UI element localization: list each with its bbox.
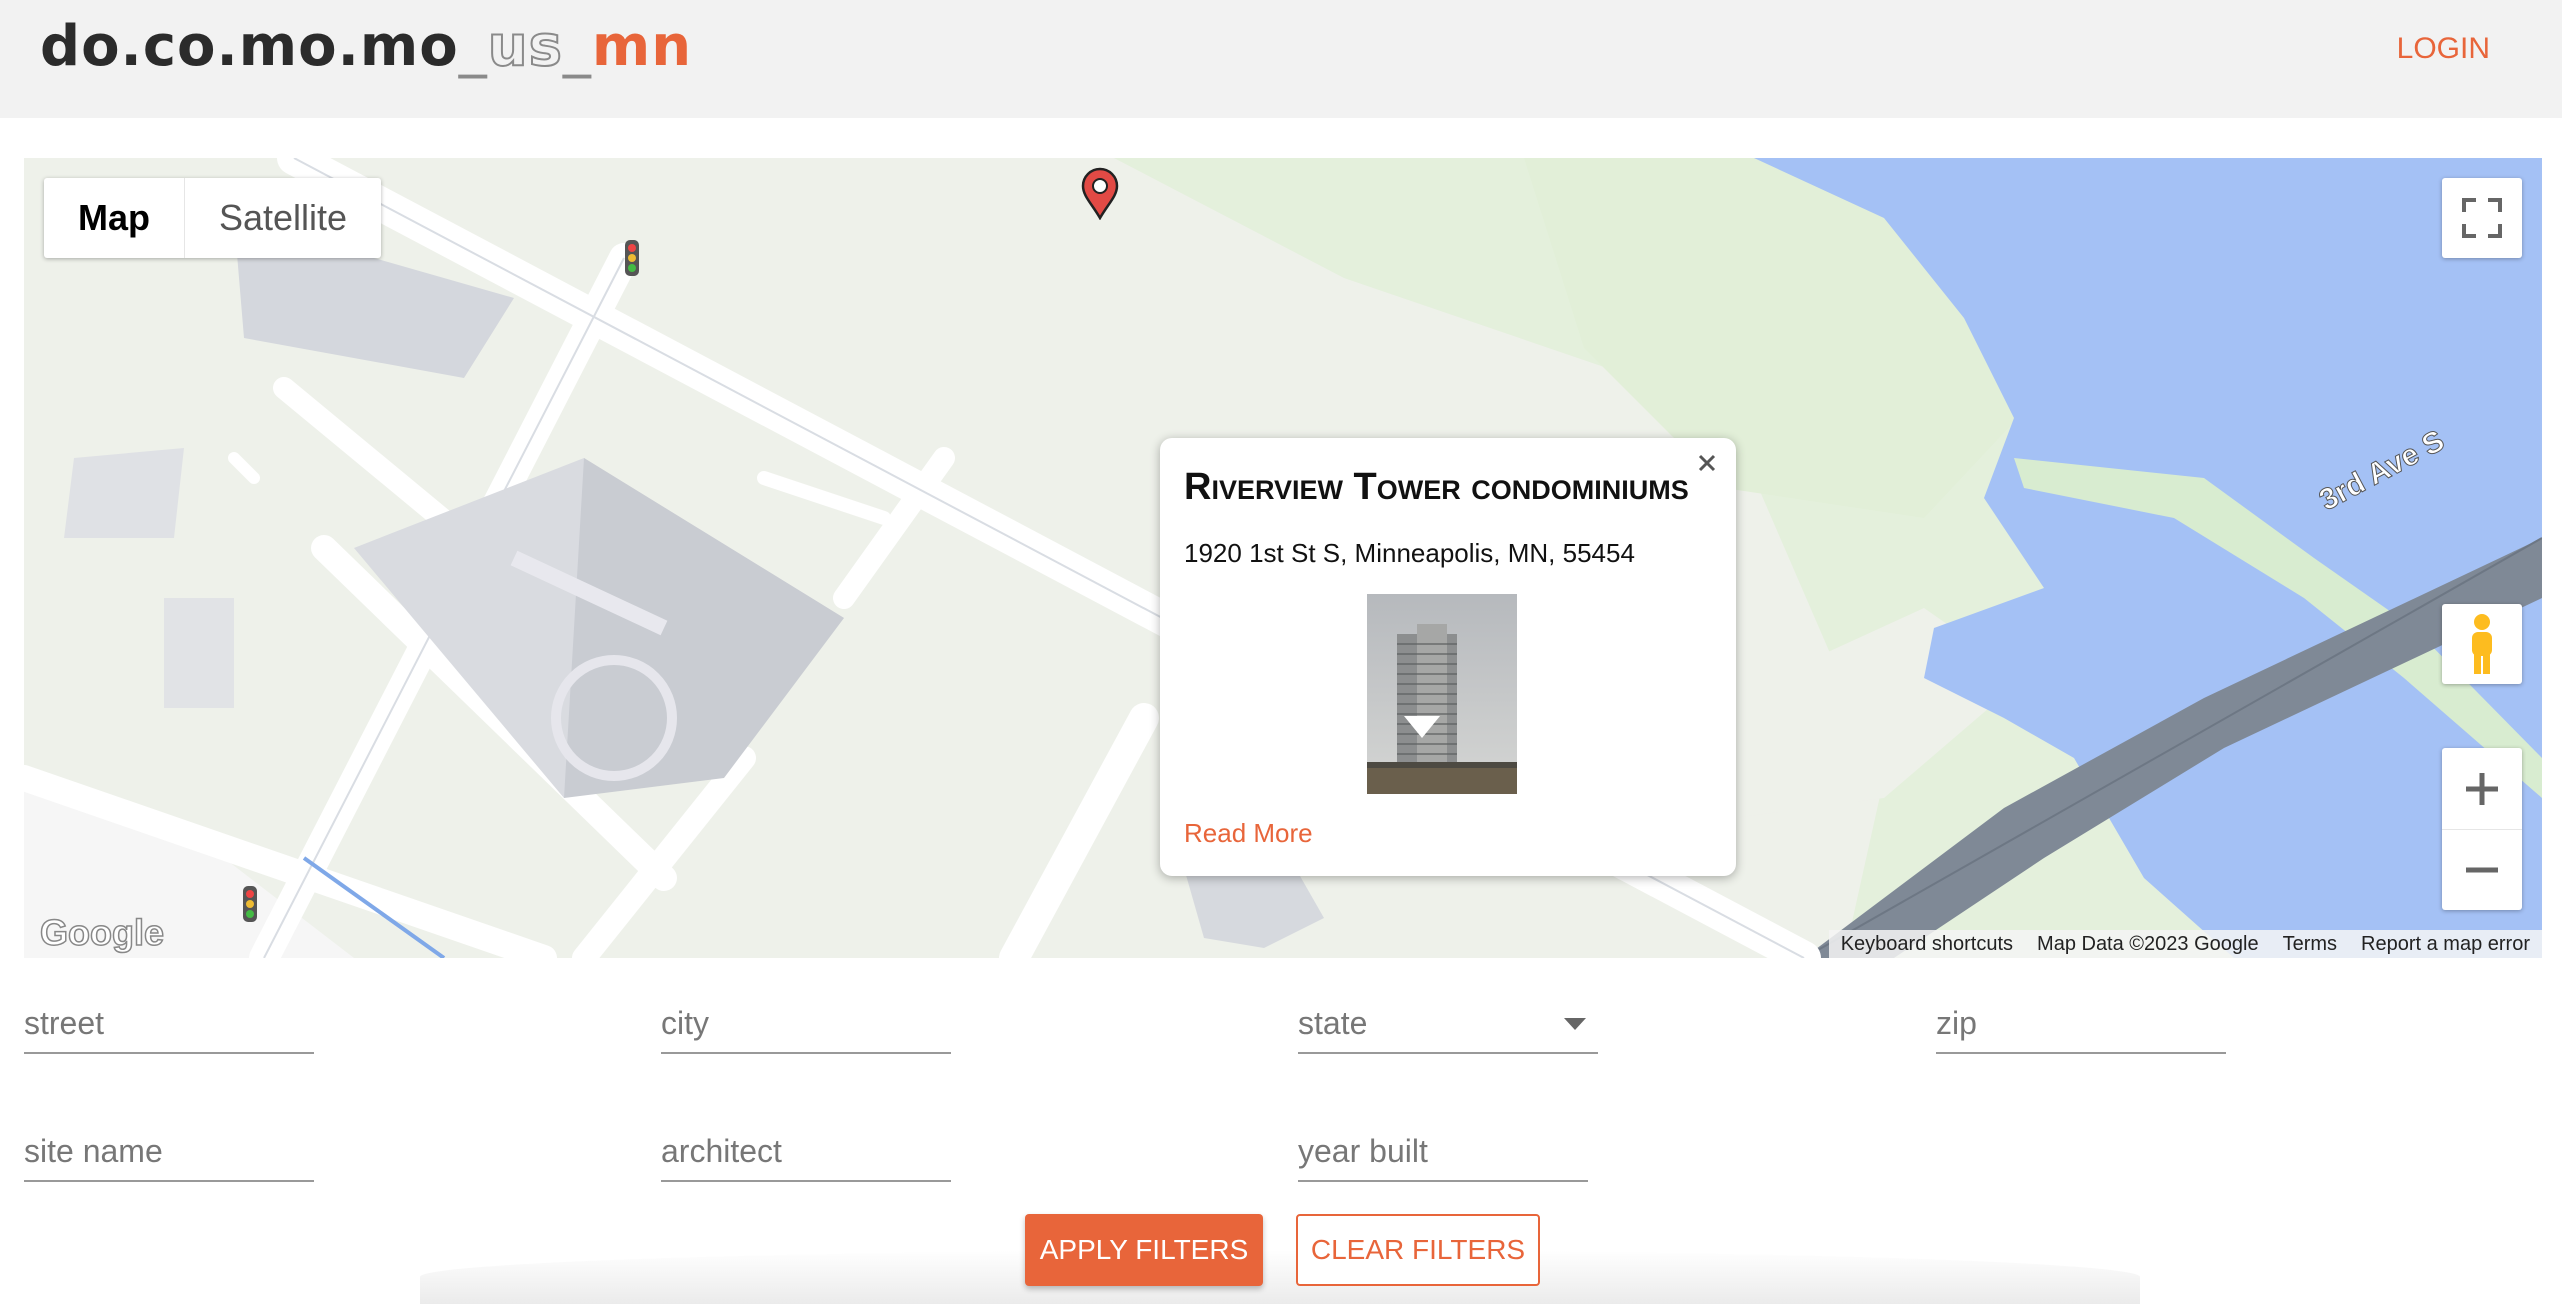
state-select-label: state — [1298, 1005, 1368, 1041]
info-window: Riverview Tower condominiums 1920 1st St… — [1160, 438, 1736, 876]
year-built-field-label: year built — [1298, 1133, 1428, 1169]
logo-mn: mn — [591, 14, 693, 79]
zip-field-label: zip — [1936, 1005, 1977, 1041]
apply-filters-button[interactable]: APPLY FILTERS — [1025, 1214, 1263, 1286]
chevron-down-icon — [1564, 1018, 1586, 1030]
logo-separator: _ — [562, 14, 592, 79]
pegman-icon — [2472, 614, 2492, 674]
logo-docomomo: do.co.mo.mo — [40, 14, 459, 79]
logo-separator: _ — [458, 14, 488, 79]
map-type-satellite-button[interactable]: Satellite — [185, 178, 381, 258]
year-built-field[interactable]: year built — [1298, 1122, 1588, 1182]
map-container[interactable]: 3rd Ave S Map Satellite Google Keyboard … — [24, 158, 2542, 958]
info-address: 1920 1st St S, Minneapolis, MN, 55454 — [1184, 538, 1635, 568]
login-link[interactable]: LOGIN — [2397, 32, 2490, 66]
city-field-label: city — [661, 1005, 709, 1041]
map-attribution: Keyboard shortcuts Map Data ©2023 Google… — [1828, 930, 2542, 958]
building-photo[interactable] — [1367, 594, 1517, 794]
info-title: Riverview Tower condominiums — [1184, 466, 1689, 508]
site-name-field[interactable]: site name — [24, 1122, 314, 1182]
traffic-light-icon — [243, 886, 257, 922]
city-field[interactable]: city — [661, 994, 951, 1054]
state-select[interactable]: state — [1298, 994, 1598, 1054]
street-view-button[interactable] — [2442, 604, 2522, 684]
traffic-light-icon — [625, 240, 639, 276]
plus-icon — [2466, 772, 2498, 805]
fullscreen-button[interactable] — [2442, 178, 2522, 258]
site-name-field-label: site name — [24, 1133, 163, 1169]
google-logo[interactable]: Google — [39, 911, 165, 954]
site-logo[interactable]: do.co.mo.mo_us_mn — [40, 12, 692, 82]
site-header: do.co.mo.mo_us_mn LOGIN — [0, 0, 2562, 118]
building-photo-image — [1367, 594, 1517, 794]
close-icon[interactable] — [1692, 448, 1722, 478]
report-error-link[interactable]: Report a map error — [2361, 933, 2530, 956]
zoom-in-button[interactable] — [2442, 749, 2522, 830]
architect-field-label: architect — [661, 1133, 782, 1169]
keyboard-shortcuts-link[interactable]: Keyboard shortcuts — [1841, 933, 2013, 956]
read-more-link[interactable]: Read More — [1184, 818, 1313, 849]
zoom-out-button[interactable] — [2442, 830, 2522, 910]
clear-filters-button[interactable]: CLEAR FILTERS — [1296, 1214, 1540, 1286]
map-marker-icon[interactable] — [1080, 166, 1120, 220]
minus-icon — [2466, 867, 2498, 872]
street-field-label: street — [24, 1005, 105, 1041]
bottom-shadow — [420, 1250, 2140, 1304]
fullscreen-icon — [2462, 198, 2502, 238]
logo-us: us — [487, 13, 563, 80]
map-type-map-button[interactable]: Map — [44, 178, 185, 258]
zip-field[interactable]: zip — [1936, 994, 2226, 1054]
zoom-control — [2442, 748, 2522, 910]
map-type-control: Map Satellite — [44, 178, 382, 258]
street-field[interactable]: street — [24, 994, 314, 1054]
architect-field[interactable]: architect — [661, 1122, 951, 1182]
info-window-tail — [1404, 716, 1440, 738]
terms-link[interactable]: Terms — [2283, 933, 2337, 956]
map-data-text: Map Data ©2023 Google — [2037, 932, 2259, 955]
